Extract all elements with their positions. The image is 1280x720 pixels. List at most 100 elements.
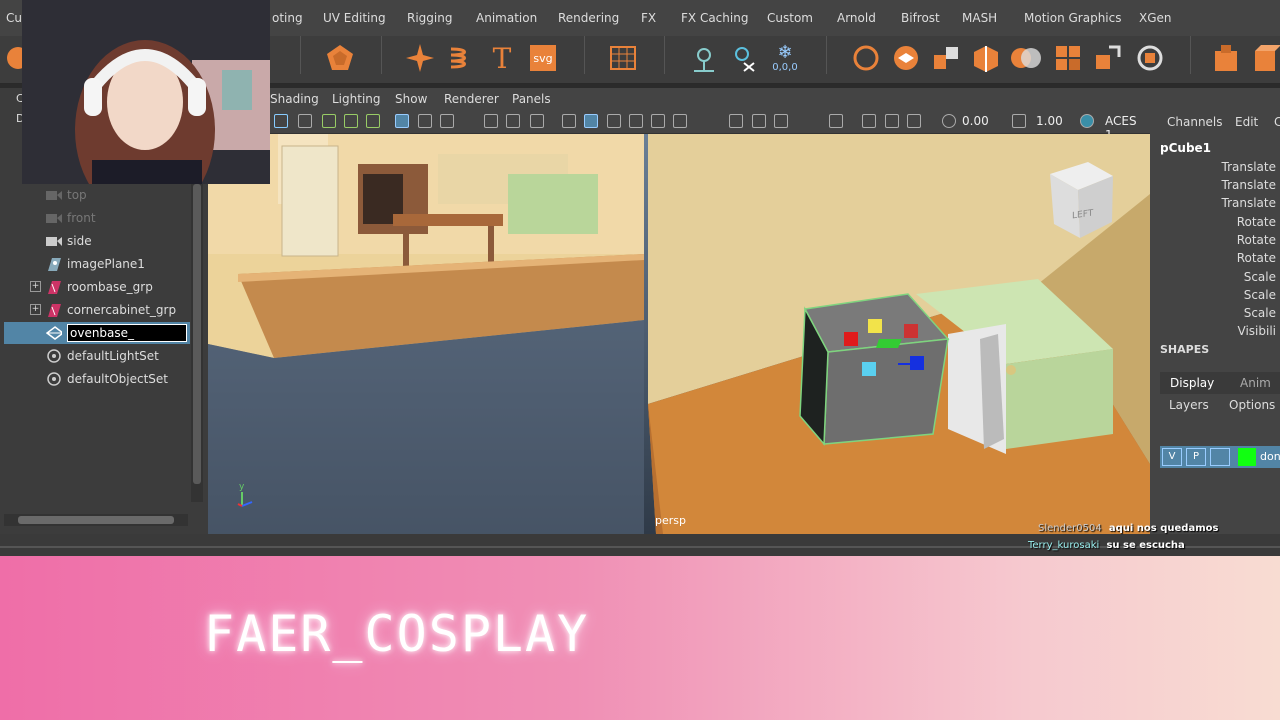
outliner-vertical-scrollbar[interactable] xyxy=(191,184,203,502)
outliner-item-ovenbase-selected[interactable]: ovenbase_ xyxy=(4,322,190,344)
shelf-tab-mash[interactable]: MASH xyxy=(962,11,997,25)
ambient-occlusion-icon[interactable] xyxy=(752,114,766,128)
grid-plane-icon[interactable] xyxy=(605,40,641,76)
attr-scale-x[interactable]: Scale xyxy=(1244,270,1276,284)
helix-icon[interactable] xyxy=(442,40,478,76)
attr-rotate-y[interactable]: Rotate xyxy=(1237,233,1276,247)
outliner-item-cornercabinet-grp[interactable]: + cornercabinet_grp xyxy=(4,299,190,321)
layer-playback-toggle[interactable]: P xyxy=(1186,448,1206,466)
attr-translate-x[interactable]: Translate xyxy=(1222,160,1277,174)
cube-split-icon[interactable] xyxy=(968,40,1004,76)
shelf-tab-fx[interactable]: FX xyxy=(641,11,656,25)
delete-history-icon[interactable] xyxy=(726,40,762,76)
separate-icon[interactable] xyxy=(1090,40,1126,76)
svg-tool-icon[interactable]: svg xyxy=(525,40,561,76)
attr-visibility[interactable]: Visibili xyxy=(1238,324,1276,338)
gamma-value[interactable]: 1.00 xyxy=(1036,114,1063,128)
shelf-tab-xgen[interactable]: XGen xyxy=(1139,11,1172,25)
box-icon[interactable] xyxy=(1208,40,1244,76)
color-management-toggle-icon[interactable] xyxy=(1080,114,1094,128)
attr-rotate-x[interactable]: Rotate xyxy=(1237,215,1276,229)
shadows-icon[interactable] xyxy=(729,114,743,128)
menu-panels[interactable]: Panels xyxy=(512,92,551,106)
freeze-transform-icon[interactable]: ❄ 0,0,0 xyxy=(767,40,803,76)
frame-all-icon[interactable] xyxy=(907,114,921,128)
xray-icon[interactable] xyxy=(651,114,665,128)
motion-blur-icon[interactable] xyxy=(774,114,788,128)
shelf-tab-rendering[interactable]: Rendering xyxy=(558,11,619,25)
field-chart-icon[interactable] xyxy=(506,114,520,128)
menu-show[interactable]: Show xyxy=(395,92,427,106)
layer-type-toggle[interactable] xyxy=(1210,448,1230,466)
outliner-item-imageplane1[interactable]: imagePlane1 xyxy=(4,253,190,275)
grease-pencil-icon[interactable] xyxy=(885,114,899,128)
outliner-item-front[interactable]: front xyxy=(4,207,190,229)
lights-icon[interactable] xyxy=(673,114,687,128)
menu-shading[interactable]: Shading xyxy=(270,92,319,106)
rotate-icon[interactable] xyxy=(344,114,358,128)
cube-icon[interactable] xyxy=(1248,40,1280,76)
isolate-select-icon[interactable] xyxy=(829,114,843,128)
lasso-icon[interactable] xyxy=(848,40,884,76)
exposure-icon[interactable] xyxy=(942,114,956,128)
shelf-tab-motion-graphics[interactable]: Motion Graphics xyxy=(1024,11,1122,25)
shelf-tab-custom[interactable]: Custom xyxy=(767,11,813,25)
layers-menu[interactable]: Layers xyxy=(1169,398,1209,412)
perspective-viewport[interactable]: LEFT y persp xyxy=(208,134,1150,534)
attr-translate-z[interactable]: Translate xyxy=(1222,196,1277,210)
shelf-tab-fx-caching[interactable]: FX Caching xyxy=(681,11,748,25)
pencil-icon[interactable] xyxy=(366,114,380,128)
tab-display[interactable]: Display xyxy=(1170,376,1214,390)
edit-menu[interactable]: Edit xyxy=(1235,115,1258,129)
combine-icon[interactable] xyxy=(1132,40,1168,76)
gamma-icon[interactable] xyxy=(1012,114,1026,128)
type-tool-icon[interactable]: T xyxy=(484,40,520,76)
shelf-tab-curves[interactable]: Cu xyxy=(6,11,22,25)
attr-scale-z[interactable]: Scale xyxy=(1244,306,1276,320)
textured-icon[interactable] xyxy=(629,114,643,128)
wireframe-icon[interactable] xyxy=(562,114,576,128)
outliner-item-top[interactable]: top xyxy=(4,184,190,206)
grid-toggle-icon[interactable] xyxy=(395,114,409,128)
tab-anim[interactable]: Anim xyxy=(1240,376,1271,390)
options-menu[interactable]: Options xyxy=(1229,398,1275,412)
move-icon[interactable] xyxy=(322,114,336,128)
bevel-icon[interactable] xyxy=(928,40,964,76)
mesh-grid-icon[interactable] xyxy=(1050,40,1086,76)
menu-renderer[interactable]: Renderer xyxy=(444,92,499,106)
pivot-icon[interactable] xyxy=(686,40,722,76)
shelf-tab-scripting[interactable]: oting xyxy=(272,11,303,25)
boolean-icon[interactable] xyxy=(1008,40,1044,76)
rename-input[interactable]: ovenbase_ xyxy=(67,324,187,342)
shelf-tab-animation[interactable]: Animation xyxy=(476,11,537,25)
display-layer-row[interactable]: V P don xyxy=(1160,446,1280,468)
extrude-icon[interactable] xyxy=(888,40,924,76)
wireframe-on-shaded-icon[interactable] xyxy=(607,114,621,128)
shelf-tab-rigging[interactable]: Rigging xyxy=(407,11,452,25)
shelf-tab-uv-editing[interactable]: UV Editing xyxy=(323,11,386,25)
attr-scale-y[interactable]: Scale xyxy=(1244,288,1276,302)
sparkle-icon[interactable] xyxy=(402,40,438,76)
select-camera-icon[interactable] xyxy=(274,114,288,128)
camera-attributes-icon[interactable] xyxy=(862,114,876,128)
attr-rotate-z[interactable]: Rotate xyxy=(1237,251,1276,265)
resolution-gate-icon[interactable] xyxy=(440,114,454,128)
expand-icon[interactable]: + xyxy=(30,304,41,315)
poly-platonic-icon[interactable] xyxy=(322,40,358,76)
smooth-shade-icon[interactable] xyxy=(584,114,598,128)
layer-visibility-toggle[interactable]: V xyxy=(1162,448,1182,466)
menu-lighting[interactable]: Lighting xyxy=(332,92,381,106)
layer-color-swatch[interactable] xyxy=(1238,448,1256,466)
outliner-item-roombase-grp[interactable]: + roombase_grp xyxy=(4,276,190,298)
attr-translate-y[interactable]: Translate xyxy=(1222,178,1277,192)
expand-icon[interactable]: + xyxy=(30,281,41,292)
exposure-value[interactable]: 0.00 xyxy=(962,114,989,128)
outliner-horizontal-scrollbar[interactable] xyxy=(4,514,188,526)
more-menu[interactable]: C xyxy=(1274,115,1280,129)
safe-action-icon[interactable] xyxy=(484,114,498,128)
outliner-item-side[interactable]: side xyxy=(4,230,190,252)
film-gate-icon[interactable] xyxy=(418,114,432,128)
outliner-item-defaultlightset[interactable]: defaultLightSet xyxy=(4,345,190,367)
shelf-tab-arnold[interactable]: Arnold xyxy=(837,11,876,25)
shelf-tab-bifrost[interactable]: Bifrost xyxy=(901,11,940,25)
